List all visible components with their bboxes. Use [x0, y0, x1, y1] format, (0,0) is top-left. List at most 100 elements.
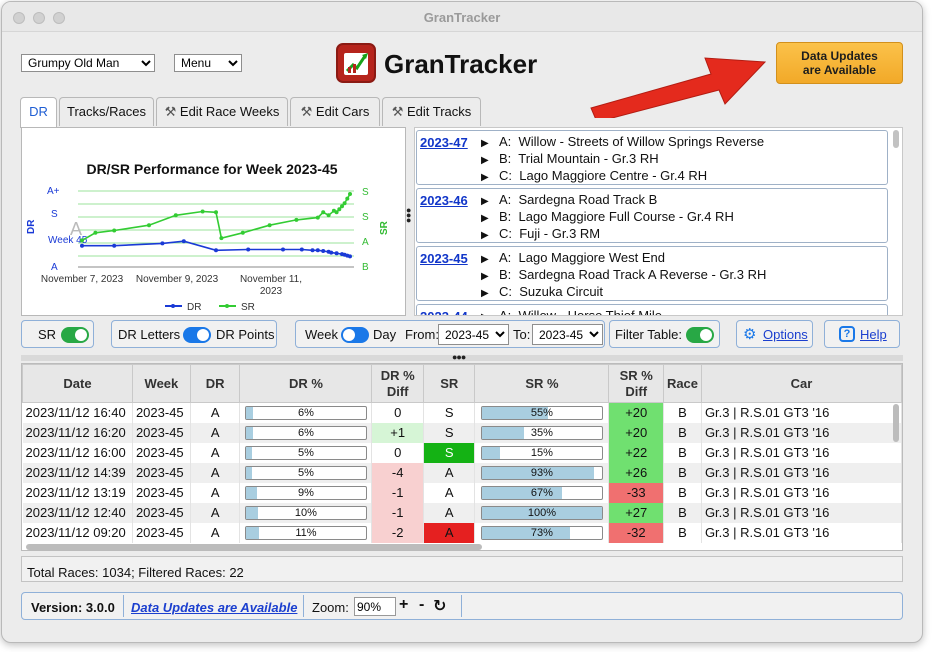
zoom-out-button[interactable]: - [419, 596, 424, 614]
cell-dr-pct-text: 5% [297, 466, 314, 479]
col-car[interactable]: Car [700, 364, 902, 403]
cell-car: Gr.3 | R.S.01 GT3 '16 [701, 442, 902, 463]
cell-sr-pct: 55% [474, 402, 610, 423]
cell-dr-diff: +1 [371, 422, 424, 443]
cell-sr-pct-bar: 100% [480, 505, 603, 520]
weeks-scrollbar[interactable] [893, 130, 899, 148]
table-row[interactable]: 2023/11/12 12:40 2023-45 A 10% -1 A 100% +27 B Gr… [22, 502, 902, 523]
table-row[interactable]: 2023/11/12 16:40 2023-45 A 6% 0 S 55% +20 B Gr.3 … [22, 402, 902, 423]
race-week-link[interactable]: 2023-44 [420, 309, 468, 315]
race-letter: A [499, 250, 508, 265]
col-dr-pct[interactable]: DR % [239, 364, 373, 403]
race-letter: B [499, 151, 508, 166]
cell-sr-diff: +27 [608, 502, 665, 523]
table-row[interactable]: 2023/11/12 16:20 2023-45 A 6% +1 S 35% +20 B Gr.3… [22, 422, 902, 443]
from-label: From: [405, 327, 439, 342]
cell-dr-pct: 9% [239, 482, 373, 503]
y-axis-label-left: DR [26, 219, 37, 234]
col-dr[interactable]: DR [189, 364, 241, 403]
cell-dr-pct-bar: 5% [244, 445, 367, 460]
table-vertical-scrollbar[interactable] [893, 404, 899, 442]
cell-car: Gr.3 | R.S.01 GT3 '16 [701, 402, 902, 423]
race-track-name: Fuji - Gr.3 RM [519, 226, 601, 241]
race-week-row: ▶ A: Lago Maggiore West End [481, 250, 665, 265]
col-dr-diff[interactable]: DR % Diff [371, 364, 424, 403]
zoom-in-button[interactable]: + [399, 596, 408, 614]
point-sr [240, 230, 245, 235]
point-dr [315, 248, 320, 253]
table-row[interactable]: 2023/11/12 16:00 2023-45 A 5% 0 S 15% +22 B Gr.3 … [22, 442, 902, 463]
race-track-name: Sardegna Road Track A Reverse - Gr.3 RH [518, 267, 767, 282]
splitter-handle-horizontal[interactable]: ●●● [452, 352, 466, 362]
tab-edit-race-weeks[interactable]: ⚒ Edit Race Weeks [156, 97, 288, 126]
race-letter: A [499, 308, 508, 316]
tab-dr[interactable]: DR [20, 97, 57, 128]
cell-date: 2023/11/12 12:40 [22, 502, 133, 523]
point-dr [112, 243, 117, 248]
play-triangle-icon: ▶ [481, 230, 489, 241]
wrench-icon: ⚒ [164, 104, 177, 119]
cell-date: 2023/11/12 16:40 [22, 402, 133, 423]
point-dr [329, 250, 334, 255]
race-week-link[interactable]: 2023-45 [420, 251, 468, 266]
cell-dr-pct-bar: 6% [244, 425, 367, 440]
sr-toggle-group: SR [21, 320, 94, 348]
race-week-row: ▶ C: Lago Maggiore Centre - Gr.4 RH [481, 168, 708, 183]
cell-sr-diff: +26 [608, 462, 665, 483]
cell-dr: A [190, 522, 241, 543]
tab-edit-tracks[interactable]: ⚒ Edit Tracks [382, 97, 481, 126]
cell-sr-pct-bar: 93% [480, 465, 603, 480]
race-week-link[interactable]: 2023-47 [420, 135, 468, 150]
col-date[interactable]: Date [22, 364, 133, 403]
update-button-line1: Data Updates [801, 49, 878, 63]
table-row[interactable]: 2023/11/12 09:20 2023-45 A 11% -2 A 73% -32 B Gr.… [22, 522, 902, 543]
play-triangle-icon: ▶ [481, 312, 499, 315]
dr-mode-toggle[interactable] [183, 327, 211, 343]
cell-week: 2023-45 [132, 442, 191, 463]
filter-table-toggle[interactable] [686, 327, 714, 343]
cell-race: B [663, 442, 702, 463]
race-week-row: ▶ A: Willow - Streets of Willow Springs R… [481, 134, 765, 149]
col-race[interactable]: Race [663, 364, 702, 403]
col-sr-pct[interactable]: SR % [474, 364, 610, 403]
point-sr [267, 223, 272, 228]
zoom-input[interactable] [354, 597, 396, 616]
to-select[interactable]: 2023-45 [532, 324, 603, 345]
refresh-icon[interactable]: ↻ [433, 596, 446, 616]
chart-title: DR/SR Performance for Week 2023-45 [86, 161, 337, 177]
player-select[interactable]: Grumpy Old Man [21, 54, 155, 72]
tab-edit-cars[interactable]: ⚒ Edit Cars [290, 97, 380, 126]
cell-date: 2023/11/12 13:19 [22, 482, 133, 503]
race-week-link[interactable]: 2023-46 [420, 193, 468, 208]
col-sr-diff[interactable]: SR % Diff [608, 364, 665, 403]
cell-sr-pct-text: 100% [527, 506, 556, 519]
from-select[interactable]: 2023-45 [438, 324, 509, 345]
point-sr [200, 209, 205, 214]
cell-dr-pct: 10% [239, 502, 373, 523]
point-sr [345, 196, 350, 201]
play-triangle-icon: ▶ [481, 213, 489, 224]
menu-select[interactable]: Menu [174, 54, 242, 72]
cell-sr-pct-bar: 15% [480, 445, 603, 460]
tab-tracks-races[interactable]: Tracks/Races [59, 97, 154, 126]
update-link[interactable]: Data Updates are Available [131, 600, 297, 615]
data-updates-button[interactable]: Data Updates are Available [776, 42, 903, 84]
splitter-handle-vertical[interactable]: ● ● ● [406, 206, 411, 225]
cell-sr-pct-bar: 67% [480, 485, 603, 500]
cell-sr-diff: -32 [608, 522, 665, 543]
cell-car: Gr.3 | R.S.01 GT3 '16 [701, 422, 902, 443]
col-sr[interactable]: SR [422, 364, 476, 403]
week-day-toggle[interactable] [341, 327, 369, 343]
logo-text: GranTracker [384, 49, 538, 79]
sr-toggle[interactable] [61, 327, 89, 343]
help-button[interactable]: ? Help [824, 320, 900, 348]
table-header-row: Date Week DR DR % DR % Diff SR SR % SR %… [22, 364, 902, 403]
table-horizontal-scrollbar[interactable] [26, 544, 482, 550]
table-row[interactable]: 2023/11/12 13:19 2023-45 A 9% -1 A 67% -33 B Gr.3… [22, 482, 902, 503]
gear-icon: ⚙ [743, 326, 757, 343]
x-tick-2: November 11, [240, 274, 302, 285]
table-row[interactable]: 2023/11/12 14:39 2023-45 A 5% -4 A 93% +26 B Gr.3… [22, 462, 902, 483]
options-button[interactable]: ⚙ Options [736, 320, 813, 348]
col-week[interactable]: Week [131, 364, 191, 403]
race-track-name: Lago Maggiore Centre - Gr.4 RH [519, 168, 708, 183]
